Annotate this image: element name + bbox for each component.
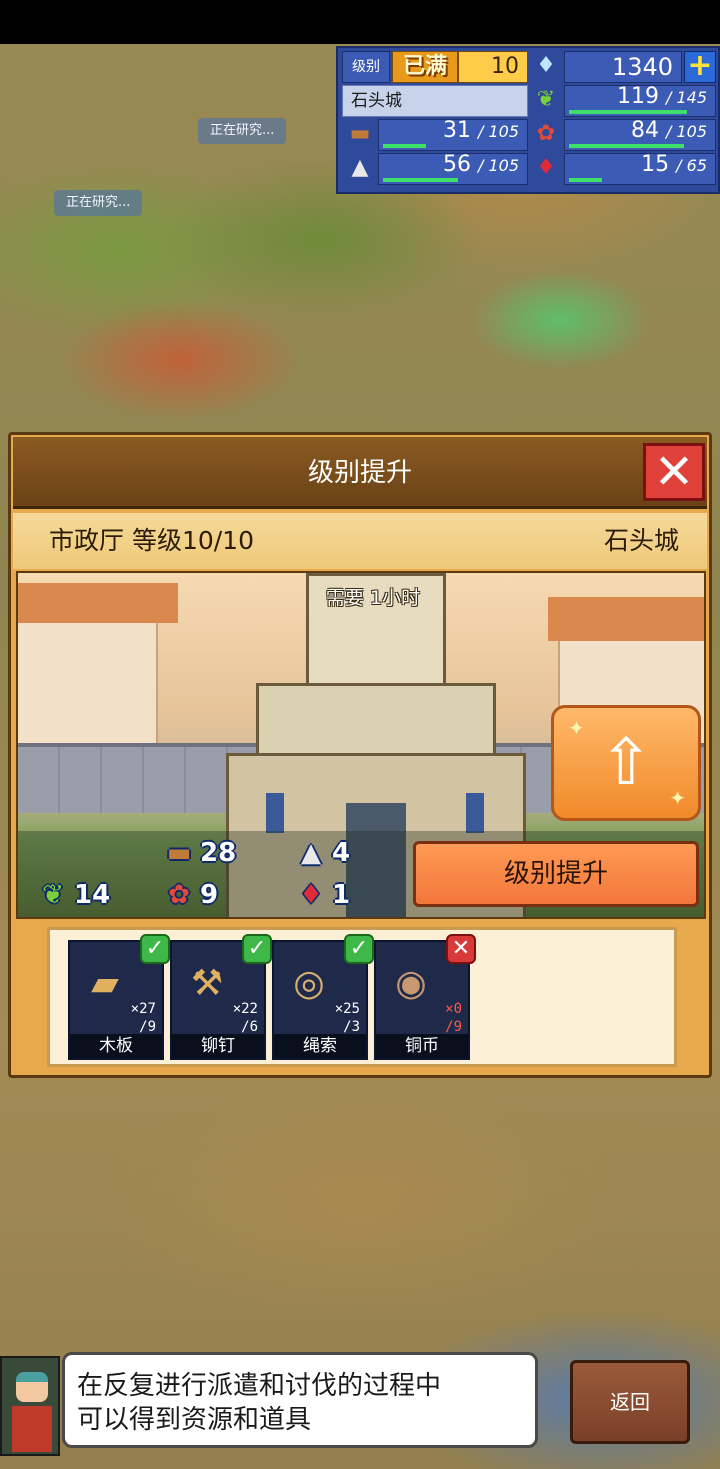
level-up-dialog: 级别提升 ✕ 市政厅 等级10/10 石头城 需要 1小时 ▬ 28 ▲ 4 ❦ 14… bbox=[8, 432, 712, 1078]
background-roof bbox=[18, 583, 178, 623]
tip-bubble: 在反复进行派遣和讨伐的过程中 可以得到资源和道具 bbox=[62, 1352, 538, 1448]
log-icon: ▬ bbox=[349, 121, 371, 146]
food-cost: ❦ 14 bbox=[32, 877, 110, 913]
produce-bar bbox=[569, 144, 684, 148]
required-items-panel: ▰ ×27/9 木板 ✓ ⚒ ×22/6 铆钉 ✓ ◎ ×25/3 绳索 ✓ ◉… bbox=[47, 927, 677, 1067]
item-name: 绳索 bbox=[274, 1034, 366, 1058]
item-name: 铆钉 bbox=[172, 1034, 264, 1058]
background-roof bbox=[548, 597, 704, 641]
ruby-icon: ♦ bbox=[299, 880, 323, 910]
item-name: 木板 bbox=[70, 1034, 162, 1058]
stone-max: 105 bbox=[488, 156, 519, 175]
stone-cost-value: 4 bbox=[332, 838, 351, 868]
food-max: 145 bbox=[676, 88, 707, 107]
building-level: 市政厅 等级10/10 bbox=[49, 526, 254, 555]
item-slot-coin[interactable]: ◉ ×0/9 铜币 ✕ bbox=[374, 934, 476, 1060]
research-status-label[interactable]: 正在研究... bbox=[54, 190, 143, 216]
produce-resource: 84 / 105 bbox=[564, 118, 716, 151]
background-house bbox=[18, 613, 158, 753]
food-resource: 119 / 145 bbox=[564, 84, 716, 117]
ruby-icon: ♦ bbox=[536, 155, 556, 180]
tip-line-2: 可以得到资源和道具 bbox=[77, 1405, 312, 1435]
item-name: 铜币 bbox=[376, 1034, 468, 1058]
wood-current: 31 bbox=[442, 118, 471, 143]
produce-max: 105 bbox=[676, 122, 707, 141]
ruby-cost-value: 1 bbox=[332, 880, 351, 910]
stone-current: 56 bbox=[442, 152, 471, 177]
check-icon: ✓ bbox=[140, 934, 170, 964]
produce-cost-value: 9 bbox=[200, 880, 219, 910]
tower-window bbox=[266, 793, 284, 833]
stone-resource: 56 / 105 bbox=[378, 152, 528, 185]
dialog-subheader: 市政厅 等级10/10 石头城 bbox=[13, 513, 707, 569]
rope-icon: ◎ bbox=[293, 963, 325, 1004]
rivet-icon: ⚒ bbox=[190, 963, 224, 1004]
item-count: ×25/3 bbox=[334, 1001, 360, 1035]
log-icon: ▬ bbox=[166, 838, 192, 868]
town-name: 石头城 bbox=[342, 85, 528, 117]
item-count: ×0/9 bbox=[445, 1001, 462, 1035]
item-count: ×22/6 bbox=[232, 1001, 258, 1035]
ruby-cost: ♦ 1 bbox=[290, 877, 350, 913]
item-slot-rivet[interactable]: ⚒ ×22/6 铆钉 ✓ bbox=[170, 934, 272, 1060]
coin-icon: ◉ bbox=[395, 963, 427, 1004]
grass-icon: ❦ bbox=[42, 880, 64, 910]
food-bar bbox=[569, 110, 687, 114]
tower-window bbox=[466, 793, 484, 833]
item-count: ×27/9 bbox=[130, 1001, 156, 1035]
ruby-current: 15 bbox=[641, 152, 670, 177]
food-current: 119 bbox=[616, 84, 659, 109]
wood-cost: ▬ 28 bbox=[158, 835, 236, 871]
status-bar bbox=[0, 0, 720, 44]
plank-icon: ▰ bbox=[91, 963, 119, 1004]
tower-middle bbox=[256, 683, 496, 763]
wood-bar bbox=[383, 144, 426, 148]
stone-cost: ▲ 4 bbox=[290, 835, 350, 871]
level-max-badge: 已满 bbox=[392, 51, 458, 83]
ruby-resource: 15 / 65 bbox=[564, 152, 716, 185]
cross-icon: ✕ bbox=[446, 934, 476, 964]
gem-count: 1340 bbox=[564, 51, 682, 83]
town-label: 石头城 bbox=[603, 526, 679, 555]
ruby-bar bbox=[569, 178, 602, 182]
close-icon[interactable]: ✕ bbox=[643, 443, 705, 501]
add-gems-button[interactable]: + bbox=[684, 51, 716, 83]
basket-icon: ✿ bbox=[536, 121, 556, 146]
ruby-max: 65 bbox=[686, 156, 707, 175]
wood-resource: 31 / 105 bbox=[378, 118, 528, 151]
wood-cost-value: 28 bbox=[200, 838, 237, 868]
research-status-label[interactable]: 正在研究... bbox=[198, 118, 287, 144]
check-icon: ✓ bbox=[344, 934, 374, 964]
dialog-title: 级别提升 bbox=[13, 437, 707, 509]
level-label: 级别 bbox=[342, 51, 390, 83]
stone-icon: ▲ bbox=[351, 155, 369, 180]
item-slot-plank[interactable]: ▰ ×27/9 木板 ✓ bbox=[68, 934, 170, 1060]
stone-bar bbox=[383, 178, 458, 182]
level-value: 10 bbox=[458, 51, 528, 83]
back-button[interactable]: 返回 bbox=[570, 1360, 690, 1444]
produce-current: 84 bbox=[630, 118, 659, 143]
diamond-icon: ♦ bbox=[536, 53, 556, 78]
advisor-avatar bbox=[0, 1356, 60, 1456]
basket-icon: ✿ bbox=[168, 880, 190, 910]
level-up-button[interactable]: 级别提升 bbox=[413, 841, 699, 907]
food-cost-value: 14 bbox=[74, 880, 111, 910]
advisor-head bbox=[16, 1372, 48, 1402]
produce-cost: ✿ 9 bbox=[158, 877, 218, 913]
required-time: 需要 1小时 bbox=[325, 587, 421, 609]
check-icon: ✓ bbox=[242, 934, 272, 964]
tip-line-1: 在反复进行派遣和讨伐的过程中 bbox=[77, 1371, 442, 1401]
stone-icon: ▲ bbox=[301, 838, 321, 868]
grass-icon: ❦ bbox=[536, 87, 556, 112]
advisor-body bbox=[12, 1406, 52, 1452]
upgrade-arrows-icon[interactable]: ✦ ✦ ⇧ bbox=[551, 705, 701, 821]
item-slot-rope[interactable]: ◎ ×25/3 绳索 ✓ bbox=[272, 934, 374, 1060]
wood-max: 105 bbox=[488, 122, 519, 141]
resource-hud: 级别 已满 10 ♦ 1340 + 石头城 ❦ 119 / 145 ▬ 31 /… bbox=[336, 46, 720, 194]
